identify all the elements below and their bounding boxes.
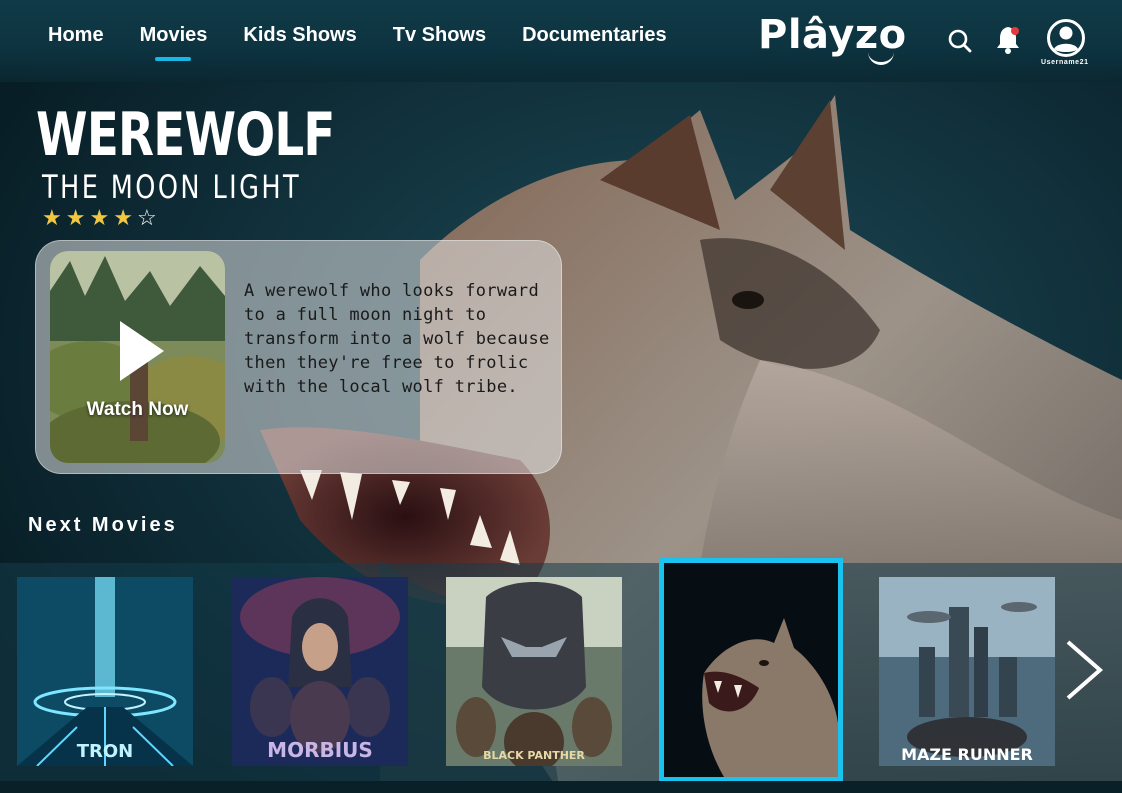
main-nav: Home Movies Kids Shows Tv Shows Document… bbox=[48, 24, 703, 61]
werewolf-poster-art bbox=[664, 563, 838, 777]
rating-stars: ★★★★☆ bbox=[42, 205, 161, 231]
nav-tv-shows[interactable]: Tv Shows bbox=[393, 24, 486, 47]
logo-smile-mark bbox=[868, 52, 894, 65]
nav-documentaries[interactable]: Documentaries bbox=[522, 24, 667, 47]
next-movies-heading: Next Movies bbox=[28, 514, 178, 536]
poster-werewolf-selected[interactable] bbox=[659, 558, 843, 782]
poster-black-panther[interactable]: BLACK PANTHER bbox=[446, 577, 622, 766]
chevron-right-icon[interactable] bbox=[1060, 638, 1104, 702]
poster-title: MORBIUS bbox=[267, 738, 373, 762]
username-label[interactable]: Username21 bbox=[1041, 59, 1089, 66]
star-outline-icon: ☆ bbox=[136, 205, 161, 230]
nav-home[interactable]: Home bbox=[48, 24, 104, 47]
featured-description: A werewolf who looks forward to a full m… bbox=[244, 281, 550, 397]
poster-title: TRON bbox=[76, 741, 134, 762]
poster-title: BLACK PANTHER bbox=[483, 749, 585, 762]
nav-kids-shows[interactable]: Kids Shows bbox=[243, 24, 356, 47]
poster-maze-runner[interactable]: MAZE RUNNER bbox=[879, 577, 1055, 766]
watch-now-label: Watch Now bbox=[86, 399, 189, 420]
bottom-band bbox=[0, 781, 1122, 793]
star-icon: ★ bbox=[42, 205, 66, 230]
star-icon: ★ bbox=[89, 205, 114, 230]
poster-title: MAZE RUNNER bbox=[901, 745, 1033, 764]
notification-dot bbox=[1011, 27, 1019, 35]
star-icon: ★ bbox=[65, 205, 90, 230]
user-icon[interactable] bbox=[1046, 18, 1086, 58]
poster-tron[interactable]: TRON bbox=[17, 577, 193, 766]
watch-now-thumbnail[interactable]: Watch Now bbox=[50, 251, 225, 463]
tron-poster-art bbox=[17, 577, 193, 766]
search-icon[interactable] bbox=[947, 28, 973, 54]
top-navigation-bar: Home Movies Kids Shows Tv Shows Document… bbox=[0, 0, 1122, 82]
maze-runner-poster-art bbox=[879, 577, 1055, 766]
poster-morbius[interactable]: MORBIUS bbox=[232, 577, 408, 766]
forest-thumbnail-image bbox=[50, 251, 225, 463]
featured-title: WEREWOLF bbox=[36, 100, 335, 170]
star-icon: ★ bbox=[113, 205, 137, 230]
black-panther-poster-art bbox=[446, 577, 622, 766]
bell-icon[interactable] bbox=[996, 24, 1024, 54]
featured-subtitle: THE MOON LIGHT bbox=[42, 168, 302, 206]
nav-movies[interactable]: Movies bbox=[140, 24, 207, 61]
